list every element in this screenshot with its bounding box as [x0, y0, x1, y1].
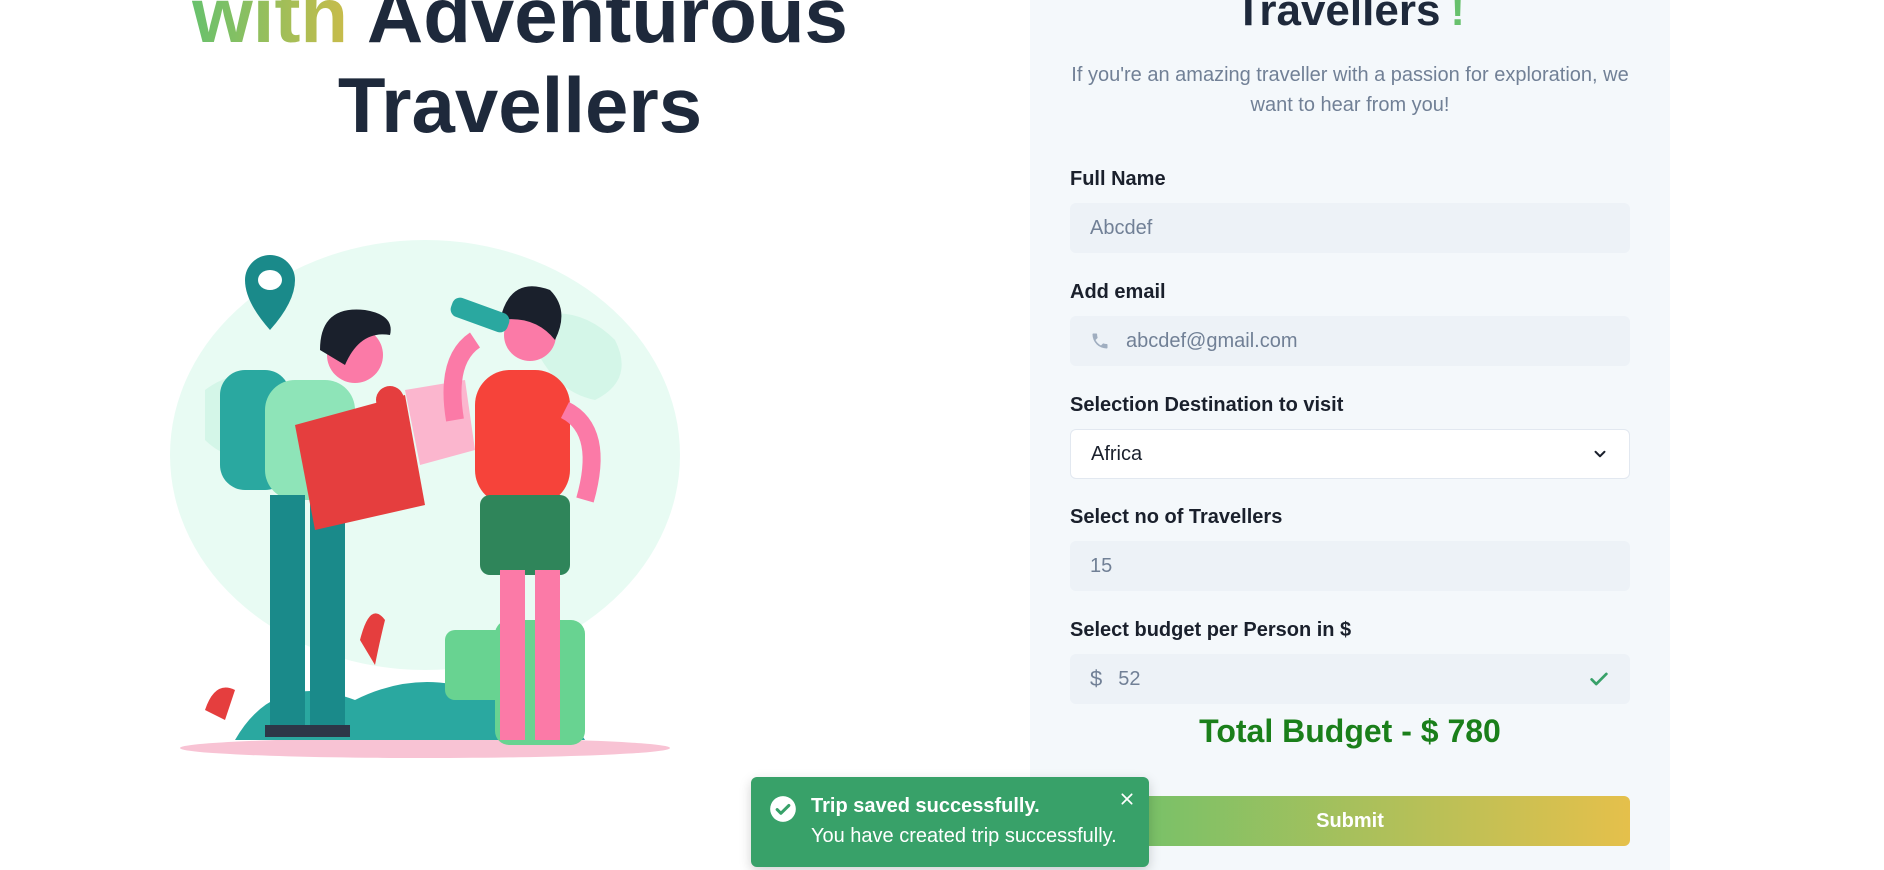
travellers-illustration — [170, 240, 680, 758]
full-name-label: Full Name — [1070, 168, 1166, 190]
travellers-label: Select no of Travellers — [1070, 506, 1283, 528]
destination-select[interactable]: Africa — [1070, 429, 1630, 479]
phone-icon — [1090, 331, 1110, 351]
hero-line-1-rest: Adventurous — [366, 0, 848, 59]
hero-line-2: Travellers — [337, 61, 703, 149]
email-label: Add email — [1070, 281, 1166, 303]
submit-button[interactable]: Submit — [1070, 796, 1630, 846]
destination-label: Selection Destination to visit — [1070, 394, 1344, 416]
trip-form-panel: Travellers! If you're an amazing travell… — [1030, 0, 1670, 870]
budget-value: 52 — [1118, 667, 1141, 690]
full-name-input[interactable]: Abcdef — [1070, 203, 1630, 253]
form-subtitle: If you're an amazing traveller with a pa… — [1071, 64, 1629, 116]
hero-highlight-word: with — [192, 0, 348, 59]
email-input[interactable]: abcdef@gmail.com — [1070, 316, 1630, 366]
success-toast: Trip saved successfully. You have create… — [751, 777, 1149, 867]
total-budget: Total Budget - $ 780 — [1199, 713, 1501, 749]
hero-heading: with Adventurous Travellers — [120, 0, 920, 150]
email-value: abcdef@gmail.com — [1126, 329, 1298, 352]
toast-description: You have created trip successfully. — [811, 825, 1117, 847]
check-circle-icon — [769, 795, 797, 828]
toast-title: Trip saved successfully. — [811, 795, 1040, 817]
chevron-down-icon — [1591, 445, 1609, 463]
destination-value: Africa — [1091, 442, 1143, 465]
form-title: Travellers! — [1234, 0, 1466, 35]
full-name-value: Abcdef — [1090, 216, 1153, 239]
check-icon — [1588, 668, 1610, 690]
budget-prefix: $ — [1090, 666, 1103, 691]
hero-line-1: with Adventurous — [120, 0, 920, 60]
travellers-value: 15 — [1090, 554, 1113, 577]
budget-input[interactable]: $ 52 — [1070, 654, 1630, 704]
budget-label: Select budget per Person in $ — [1070, 619, 1352, 641]
travellers-input[interactable]: 15 — [1070, 541, 1630, 591]
close-icon[interactable] — [1119, 791, 1135, 812]
